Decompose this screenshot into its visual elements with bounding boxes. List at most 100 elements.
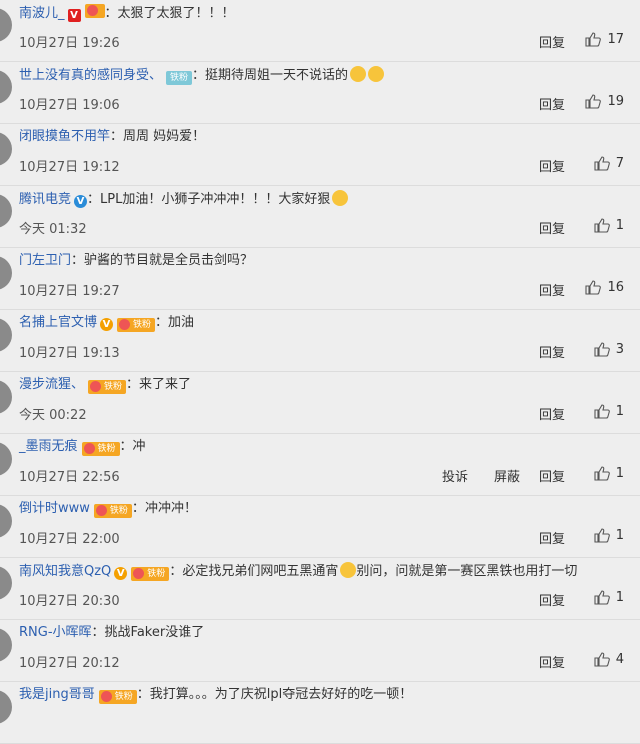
colon-separator: ： — [126, 377, 140, 392]
comment-line: 南波儿_ V ：太狠了太狠了！！！ — [19, 4, 235, 23]
thumbs-up-icon — [585, 280, 602, 295]
username-link[interactable]: 倒计时www — [19, 501, 90, 516]
avatar[interactable] — [0, 70, 12, 104]
like-button[interactable]: 4 — [594, 652, 624, 667]
reply-button[interactable]: 回复 — [539, 652, 565, 671]
username-link[interactable]: 世上没有真的感同身受、 — [19, 68, 162, 83]
avatar[interactable] — [0, 194, 12, 228]
comment-timestamp: 10月27日 19:12 — [19, 160, 120, 175]
comment-timestamp: 今天 01:32 — [19, 222, 87, 237]
comment-text: 冲冲冲！ — [144, 501, 197, 516]
avatar[interactable] — [0, 442, 12, 476]
reply-button[interactable]: 回复 — [539, 590, 565, 609]
comment-item: 倒计时www 铁粉 ：冲冲冲！ 10月27日 22:00 回复 1 — [0, 496, 640, 558]
avatar[interactable] — [0, 566, 12, 600]
comment-timestamp: 10月27日 19:27 — [19, 284, 120, 299]
comment-text: 别问，问就是第一赛区黑铁也用打一切 — [356, 564, 578, 579]
avatar[interactable] — [0, 504, 12, 538]
like-button[interactable]: 7 — [594, 156, 624, 171]
colon-separator: ： — [169, 564, 183, 579]
emoji-icon — [340, 562, 357, 578]
comment-item: 南风知我意QzQ V 铁粉 ：必定找兄弟们网吧五黑通宵 别问，问就是第一赛区黑铁也用打一… — [0, 558, 640, 620]
username-link[interactable]: 腾讯电竞 — [19, 192, 71, 207]
like-count: 4 — [615, 652, 624, 667]
reply-button[interactable]: 回复 — [539, 466, 565, 485]
avatar[interactable] — [0, 256, 12, 290]
avatar[interactable] — [0, 628, 12, 662]
avatar[interactable] — [0, 380, 12, 414]
like-button[interactable]: 1 — [594, 528, 624, 543]
colon-separator: ： — [192, 68, 206, 83]
like-button[interactable]: 1 — [594, 218, 624, 233]
comment-text: 驴酱的节目就是全员击剑吗？ — [84, 253, 254, 268]
comment-text: 周周 妈妈爱！ — [123, 129, 206, 144]
avatar[interactable] — [0, 132, 12, 166]
reply-button[interactable]: 回复 — [539, 280, 565, 299]
thumbs-up-icon — [594, 404, 610, 419]
like-button[interactable]: 1 — [594, 404, 624, 419]
comment-line: 漫步流猩、 铁粉 ：来了来了 — [19, 376, 191, 394]
comment-text: 我打算。。。为了庆祝lpl夺冠去好好的吃一顿！ — [149, 687, 413, 702]
comment-text: 挺期待周姐一天不说话的 — [205, 68, 349, 83]
username-link[interactable]: _墨雨无痕 — [19, 439, 78, 454]
verified-badge-icon: V — [67, 9, 81, 22]
colon-separator: ： — [131, 501, 145, 516]
username-link[interactable]: RNG-小晖晖 — [19, 625, 92, 640]
avatar[interactable] — [0, 318, 12, 352]
reply-button[interactable]: 回复 — [539, 94, 565, 113]
comment-text: 太狠了太狠了！！！ — [117, 6, 235, 21]
block-button[interactable]: 屏蔽 — [494, 466, 520, 485]
like-count: 1 — [615, 528, 624, 543]
colon-separator: ： — [155, 315, 169, 330]
reply-button[interactable]: 回复 — [539, 404, 565, 423]
comment-text: 必定找兄弟们网吧五黑通宵 — [182, 564, 339, 579]
like-count: 17 — [607, 32, 624, 47]
avatar[interactable] — [0, 690, 12, 724]
colon-separator: ： — [104, 6, 118, 21]
like-button[interactable]: 17 — [585, 32, 624, 47]
reply-button[interactable]: 回复 — [539, 218, 565, 237]
like-button[interactable]: 3 — [594, 342, 624, 357]
like-button[interactable]: 19 — [585, 94, 624, 109]
thumbs-up-icon — [594, 590, 610, 605]
comment-timestamp: 10月27日 22:56 — [19, 470, 120, 485]
username-link[interactable]: 漫步流猩、 — [19, 377, 84, 392]
comment-item: _墨雨无痕 铁粉 ：冲 10月27日 22:56 投诉 屏蔽 回复 1 — [0, 434, 640, 496]
emoji-icon — [332, 190, 349, 206]
comment-timestamp: 10月27日 20:30 — [19, 594, 120, 609]
comment-item: 门左卫门：驴酱的节目就是全员击剑吗？ 10月27日 19:27 回复 16 — [0, 248, 640, 310]
thumbs-up-icon — [594, 528, 610, 543]
like-button[interactable]: 16 — [585, 280, 624, 295]
username-link[interactable]: 南风知我意QzQ — [19, 564, 111, 579]
comment-item: 名捕上官文博 V 铁粉 ：加油 10月27日 19:13 回复 3 — [0, 310, 640, 372]
username-link[interactable]: 门左卫门 — [19, 253, 71, 268]
username-link[interactable]: 南波儿_ — [19, 6, 65, 21]
username-link[interactable]: 闭眼摸鱼不用竿 — [19, 129, 110, 144]
comment-item: 我是jing哥哥 铁粉 ：我打算。。。为了庆祝lpl夺冠去好好的吃一顿！ — [0, 682, 640, 744]
like-count: 1 — [615, 404, 624, 419]
like-count: 3 — [615, 342, 624, 357]
comment-text: 来了来了 — [139, 377, 192, 392]
comment-timestamp: 10月27日 22:00 — [19, 532, 120, 547]
reply-button[interactable]: 回复 — [539, 528, 565, 547]
thumbs-up-icon — [594, 466, 610, 481]
like-count: 16 — [607, 280, 624, 295]
comment-item: 腾讯电竞 V ：LPL加油！小狮子冲冲冲！！！大家好狠 今天 01:32 回复 1 — [0, 186, 640, 248]
colon-separator: ： — [110, 129, 124, 144]
reply-button[interactable]: 回复 — [539, 156, 565, 175]
username-link[interactable]: 我是jing哥哥 — [19, 687, 95, 702]
comment-line: 名捕上官文博 V 铁粉 ：加油 — [19, 314, 194, 332]
reply-button[interactable]: 回复 — [539, 342, 565, 361]
comment-timestamp: 10月27日 19:13 — [19, 346, 120, 361]
thumbs-up-icon — [594, 218, 610, 233]
fan-badge: 铁粉 — [166, 71, 193, 85]
verified-badge-icon: V — [74, 195, 88, 208]
reply-button[interactable]: 回复 — [539, 32, 565, 51]
username-link[interactable]: 名捕上官文博 — [19, 315, 97, 330]
like-button[interactable]: 1 — [594, 466, 624, 481]
comment-text: 挑战Faker没谁了 — [104, 625, 205, 640]
comment-line: 门左卫门：驴酱的节目就是全员击剑吗？ — [19, 252, 253, 270]
report-button[interactable]: 投诉 — [442, 466, 468, 485]
like-button[interactable]: 1 — [594, 590, 624, 605]
avatar[interactable] — [0, 8, 12, 42]
